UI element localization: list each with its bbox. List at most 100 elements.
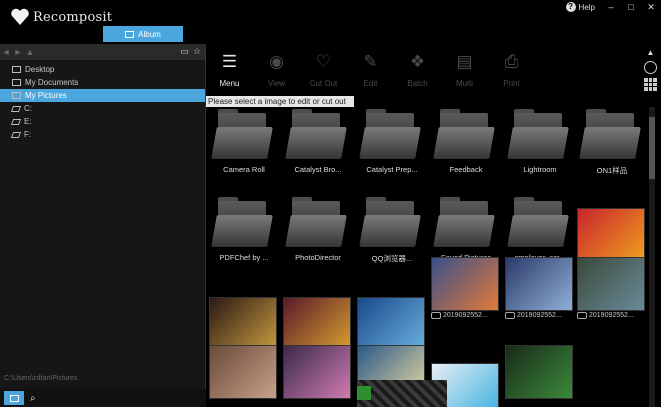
sidebar-toolbar: ◄ ► ▲ ▭ ☆ <box>0 44 205 60</box>
folder-item[interactable]: Catalyst Prep... <box>357 107 427 174</box>
thumbnail-image <box>209 345 277 399</box>
folder-item[interactable]: Camera Roll <box>209 107 279 174</box>
folder-icon <box>12 66 21 73</box>
image-type-icon <box>505 312 515 319</box>
folder-label: Catalyst Bro... <box>294 165 342 174</box>
up-folder-icon[interactable]: ▲ <box>24 47 36 57</box>
app-name: Recomposit <box>33 9 113 25</box>
thumbnail-label: 2019092552... <box>517 312 562 319</box>
folder-icon <box>211 195 274 251</box>
sidebar-item-label: E: <box>24 117 32 126</box>
folder-item[interactable]: QQ浏览器... <box>357 195 427 264</box>
folder-icon <box>285 107 348 163</box>
tool-cut-out[interactable]: ♡ Cut Out <box>300 44 347 96</box>
folder-label: Lightroom <box>523 165 557 174</box>
folder-icon <box>9 394 19 402</box>
thumbnail-label: 2019092552... <box>589 312 634 319</box>
folder-label: ON1样品 <box>596 166 628 175</box>
tool-edit[interactable]: ✎ Edit <box>347 44 394 96</box>
clock-icon[interactable] <box>644 61 657 74</box>
help-label: Help <box>578 2 595 12</box>
tool-multi[interactable]: ▤ Multi <box>441 44 488 96</box>
help-button[interactable]: ? Help <box>560 2 601 12</box>
search-icon[interactable]: ⌕ <box>30 393 36 404</box>
current-path: C:\Users\zdfan\Pictures <box>4 375 78 382</box>
view-options: ▲ <box>644 48 657 91</box>
folder-icon <box>12 79 21 86</box>
image-thumbnail[interactable]: 2019092552... <box>577 257 647 319</box>
scrollbar-thumb[interactable] <box>649 117 655 179</box>
image-grid: Camera Roll Catalyst Bro... Catalyst Prep.… <box>206 107 649 407</box>
tool-label: Edit <box>363 79 378 88</box>
folder-view-button[interactable] <box>4 391 24 405</box>
sidebar-item-label: C: <box>24 104 32 113</box>
heart-logo-icon <box>11 8 29 26</box>
image-thumbnail[interactable]: 2019092552... <box>431 257 501 319</box>
folder-item[interactable]: PDFChef by ... <box>209 195 279 262</box>
folder-item[interactable]: Catalyst Bro... <box>283 107 353 174</box>
thumbnail-image <box>577 257 645 311</box>
image-thumbnail[interactable] <box>283 345 353 399</box>
maximize-button[interactable]: □ <box>621 0 641 14</box>
sidebar-item-f[interactable]: F: <box>0 128 205 141</box>
tab-album[interactable]: Album <box>103 26 183 42</box>
folder-item[interactable]: Feedback <box>431 107 501 174</box>
folder-icon <box>285 195 348 251</box>
folder-icon <box>12 92 21 99</box>
folder-icon <box>433 107 496 163</box>
drive-icon <box>10 131 22 138</box>
thumbnail-caption: 2019092552... <box>431 312 501 319</box>
sidebar-item-my-pictures[interactable]: My Pictures <box>0 89 205 102</box>
minimize-button[interactable]: – <box>601 0 621 14</box>
scroll-up-icon[interactable]: ▲ <box>647 48 655 57</box>
folder-item[interactable]: PhotoDirector <box>283 195 353 262</box>
tool-menu[interactable]: ☰ Menu <box>206 44 253 96</box>
tab-album-label: Album <box>138 29 161 39</box>
back-arrow-icon[interactable]: ◄ <box>0 47 12 57</box>
drive-icon <box>10 105 22 112</box>
tool-label: View <box>267 79 286 88</box>
sidebar-bottom-bar: ⌕ <box>0 389 206 407</box>
folder-item[interactable]: Saved Pictures <box>431 195 501 262</box>
eye-icon: ◉ <box>269 52 284 71</box>
window-controls: ? Help – □ ✕ <box>560 0 661 14</box>
menu-icon: ☰ <box>221 52 238 71</box>
folder-label: Catalyst Prep... <box>366 165 418 174</box>
sidebar-item-label: My Documents <box>25 78 79 87</box>
tool-print[interactable]: ⎙ Print <box>488 44 535 96</box>
close-button[interactable]: ✕ <box>641 0 661 14</box>
help-icon: ? <box>565 2 576 12</box>
folder-label: Camera Roll <box>223 165 265 174</box>
sidebar-item-my-documents[interactable]: My Documents <box>0 76 205 89</box>
folder-tree: Desktop My Documents My Pictures C: E: F: <box>0 60 205 141</box>
tool-label: Multi <box>456 79 473 88</box>
folder-icon <box>433 195 496 251</box>
tool-view[interactable]: ◉ View <box>253 44 300 96</box>
sidebar-item-e[interactable]: E: <box>0 115 205 128</box>
folder-icon <box>359 107 422 163</box>
new-folder-icon[interactable]: ▭ <box>180 46 189 57</box>
folder-item[interactable]: smplayer_scr... <box>505 195 575 262</box>
favorite-star-icon[interactable]: ☆ <box>193 46 201 57</box>
main-toolbar: ☰ Menu ◉ View ♡ Cut Out ✎ Edit ❖ Batch ▤ Multi ⎙ Prin… <box>206 44 661 96</box>
watermark-overlay <box>357 380 447 407</box>
folder-item[interactable]: Lightroom <box>505 107 575 174</box>
folder-icon <box>507 195 570 251</box>
image-thumbnail[interactable]: 2019092552... <box>505 257 575 319</box>
folder-item[interactable]: ON1样品 <box>577 107 647 176</box>
scrollbar[interactable] <box>649 107 655 407</box>
folder-label: Feedback <box>449 165 483 174</box>
image-thumbnail[interactable] <box>209 345 279 399</box>
grid-view-icon[interactable] <box>644 78 657 91</box>
folder-icon <box>507 107 570 163</box>
tool-label: Menu <box>219 79 240 88</box>
forward-arrow-icon[interactable]: ► <box>12 47 24 57</box>
sidebar-item-desktop[interactable]: Desktop <box>0 63 205 76</box>
folder-icon <box>579 107 642 163</box>
main-area: ☰ Menu ◉ View ♡ Cut Out ✎ Edit ❖ Batch ▤ Multi ⎙ Prin… <box>206 44 661 407</box>
batch-icon: ❖ <box>409 52 426 71</box>
printer-icon: ⎙ <box>504 52 519 71</box>
image-thumbnail[interactable] <box>505 345 575 399</box>
tool-batch[interactable]: ❖ Batch <box>394 44 441 96</box>
sidebar-item-c[interactable]: C: <box>0 102 205 115</box>
